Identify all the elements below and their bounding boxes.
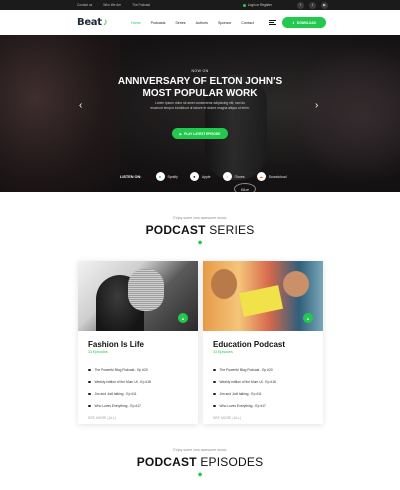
list-item[interactable]: Weekly edition of the Mum Ut - Ep #18 [88,376,188,388]
top-link-contact[interactable]: Contact us [77,3,92,7]
hero-slider: Blue ‹ › NOW ON ANNIVERSARY OF ELTON JOH… [0,35,400,192]
play-icon[interactable]: ▲ [178,313,188,323]
see-more-link[interactable]: SEE MORE (ALL) [88,416,188,420]
section-divider-icon: ◆ [197,240,203,246]
hero-description: Lorem ipsum dolor sit amet consectetur a… [150,101,250,110]
episode-list: The Powerful Blog Podcast - Ep #20 Weekl… [213,364,313,412]
platform-spotify[interactable]: ● Spotify [155,172,178,181]
list-item[interactable]: Jim and Jodi talking - Ep #11 [88,388,188,400]
slider-prev-icon[interactable]: ‹ [79,101,82,111]
episodes-kicker: Enjoy some new awesome music [173,448,227,452]
list-item[interactable]: Weekly edition of the Mum Ut - Ep #18 [213,376,313,388]
play-icon: ▶ [179,131,183,136]
platform-apple[interactable]: ● Apple [189,172,211,181]
login-link[interactable]: Login or Register [242,3,272,7]
apple-icon: ● [189,172,199,181]
see-more-link[interactable]: SEE MORE (ALL) [213,416,313,420]
nav-item-sponsor[interactable]: Sponsor [218,21,231,25]
nav-item-home[interactable]: Home [131,21,141,25]
series-kicker: Enjoy some new awesome music [173,216,227,220]
user-icon [242,3,246,7]
nav-item-authors[interactable]: Authors [196,21,208,25]
play-latest-button[interactable]: ▶ PLAY LATEST EPISODE [172,128,228,139]
hero-title: ANNIVERSARY OF ELTON JOHN'S MOST POPULAR… [117,76,283,99]
platform-soundcloud[interactable]: ☁ Soundcloud [256,172,287,181]
soundcloud-icon: ☁ [256,172,266,181]
nav-item-series[interactable]: Series [175,21,185,25]
episodes-title: PODCAST EPISODES [136,455,264,469]
twitter-icon[interactable]: t [309,1,316,9]
top-bar: Contact us Who We Are The Podcast Login … [0,0,400,10]
episode-count: 33 Episodes [88,350,108,354]
facebook-icon[interactable]: f [297,1,304,9]
series-card-title[interactable]: Fashion Is Life [88,340,188,349]
main-nav: Home Podcasts Series Authors Sponsor Con… [131,21,269,25]
list-item[interactable]: Who Loves Everything - Ep #17 [88,400,188,412]
main-header: Beat ♪ Home Podcasts Series Authors Spon… [0,10,400,35]
list-item[interactable]: The Powerful Blog Podcast - Ep #20 [213,364,313,376]
slider-next-icon[interactable]: › [315,101,318,111]
music-note-icon: ♪ [102,17,108,28]
series-card[interactable]: ▲ Fashion Is Life 33 Episodes The Powerf… [78,261,198,424]
section-divider-icon: ◆ [197,472,203,478]
list-item[interactable]: Who Loves Everything - Ep #17 [213,400,313,412]
top-links: Contact us Who We Are The Podcast [77,3,150,7]
mic-brand-badge: Blue [234,183,256,192]
itunes-icon: ♪ [222,172,232,181]
nav-item-contact[interactable]: Contact [241,21,253,25]
platform-itunes[interactable]: ♪ iTunes [222,172,245,181]
episode-list: The Powerful Blog Podcast - Ep #20 Weekl… [88,364,188,412]
nav-item-podcasts[interactable]: Podcasts [151,21,166,25]
download-icon: ⬇ [292,20,295,25]
play-icon[interactable]: ▲ [303,313,313,323]
logo[interactable]: Beat ♪ [77,17,131,28]
series-card-title[interactable]: Education Podcast [213,340,313,349]
series-card[interactable]: ▲ Education Podcast 33 Episodes The Powe… [203,261,323,424]
download-button[interactable]: ⬇ DOWNLOAD [282,17,326,28]
series-title: PODCAST SERIES [145,223,255,237]
episode-count: 33 Episodes [213,350,233,354]
youtube-icon[interactable]: ▶ [321,1,328,9]
top-link-podcast[interactable]: The Podcast [132,3,150,7]
hamburger-icon[interactable] [269,19,276,26]
top-link-about[interactable]: Who We Are [103,3,121,7]
listen-on-bar: LISTEN ON: ● Spotify ● Apple ♪ iTunes ☁ … [120,172,287,181]
list-item[interactable]: The Powerful Blog Podcast - Ep #20 [88,364,188,376]
list-item[interactable]: Jim and Jodi talking - Ep #11 [213,388,313,400]
hero-kicker: NOW ON [191,69,209,73]
spotify-icon: ● [155,172,165,181]
